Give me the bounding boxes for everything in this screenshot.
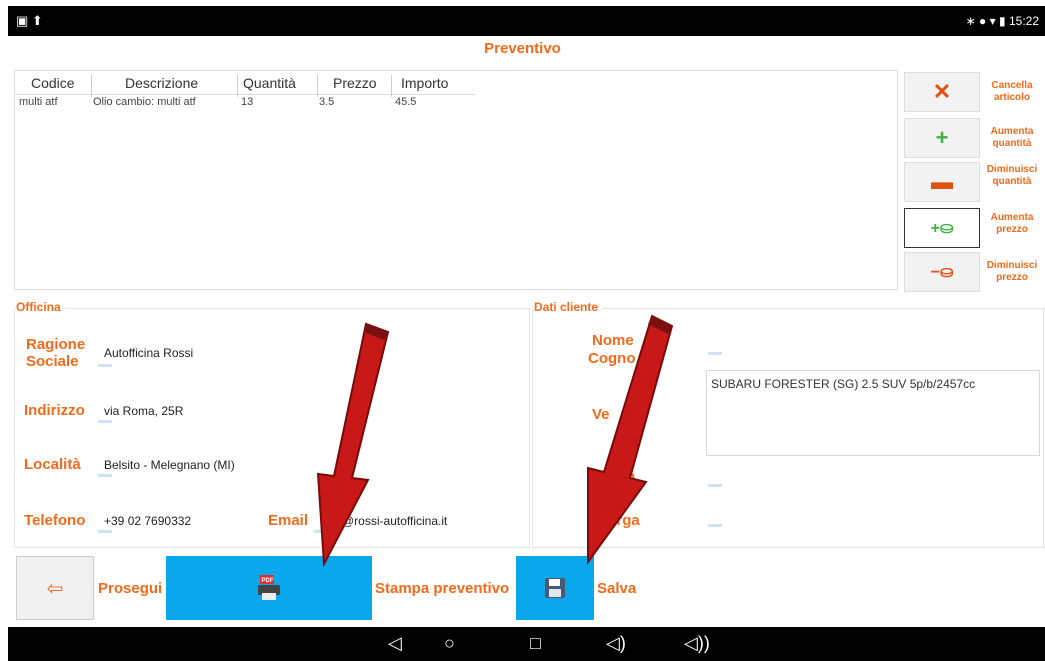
header-descrizione: Descrizione: [125, 75, 199, 91]
volume-down-icon[interactable]: ◁): [606, 633, 626, 654]
cell-prezzo: 3.5: [319, 96, 335, 108]
increase-price-label: Aumenta prezzo: [990, 212, 1034, 235]
back-button[interactable]: ⇦: [16, 556, 94, 620]
extra-field[interactable]: [708, 484, 722, 487]
recents-nav-icon[interactable]: □: [530, 633, 541, 654]
home-nav-icon[interactable]: ○: [444, 633, 455, 654]
col-divider: [237, 75, 238, 97]
table-row[interactable]: multi atf Olio cambio: multi atf 13 3.5 …: [15, 95, 475, 111]
back-arrow-icon: ⇦: [46, 577, 64, 600]
cell-importo: 45.5: [395, 96, 417, 108]
header-codice: Codice: [31, 75, 75, 91]
telefono-field[interactable]: +39 02 7690332: [104, 514, 191, 528]
cancel-item-label: Cancella articolo: [991, 80, 1033, 103]
battery-icon: ▮: [999, 14, 1006, 28]
officina-title: Officina: [16, 300, 65, 314]
ragione-sociale-field[interactable]: Autofficina Rossi: [104, 346, 193, 360]
veicolo-field[interactable]: SUBARU FORESTER (SG) 2.5 SUV 5p/b/2457cc: [706, 370, 1040, 456]
localita-field[interactable]: Belsito - Melegnano (MI): [104, 458, 235, 472]
increase-price-button[interactable]: +⛀: [904, 208, 980, 248]
price-down-icon: −⛀: [930, 264, 954, 281]
col-divider: [91, 75, 92, 97]
field-underline: [98, 420, 112, 423]
status-icons: ▣ ⬆: [16, 13, 43, 28]
cancel-item-button[interactable]: ✕: [904, 72, 980, 112]
pdf-printer-icon: PDF: [258, 575, 280, 600]
floppy-disk-icon: [545, 578, 565, 598]
items-table[interactable]: Codice Descrizione Quantità Prezzo Impor…: [14, 70, 898, 290]
decrease-qty-label: Diminuisci quantità: [986, 164, 1038, 187]
decrease-price-label: Diminuisci prezzo: [986, 260, 1038, 283]
status-bar: ▣ ⬆ ∗ ● ▾ ▮ 15:22: [8, 6, 1045, 36]
back-nav-icon[interactable]: ◁: [388, 633, 402, 654]
field-underline: [98, 530, 112, 533]
salva-label[interactable]: Salva: [597, 580, 636, 597]
targa-field[interactable]: [708, 524, 722, 527]
plus-icon: +: [935, 125, 949, 150]
cell-descrizione: Olio cambio: multi atf: [93, 96, 196, 108]
increase-qty-button[interactable]: +: [904, 118, 980, 158]
increase-qty-label: Aumenta quantità: [990, 126, 1034, 149]
table-header: Codice Descrizione Quantità Prezzo Impor…: [15, 73, 475, 97]
status-right: ∗ ● ▾ ▮ 15:22: [966, 14, 1039, 28]
col-divider: [317, 75, 318, 97]
col-divider: [391, 75, 392, 97]
ragione-sociale-label: Ragione Sociale: [26, 336, 86, 370]
header-quantita: Quantità: [243, 75, 296, 91]
app-frame: ▣ ⬆ ∗ ● ▾ ▮ 15:22 Preventivo Codice Desc…: [0, 0, 1045, 661]
svg-text:PDF: PDF: [262, 578, 274, 584]
indirizzo-field[interactable]: via Roma, 25R: [104, 404, 183, 418]
wifi-icon: ▾: [989, 14, 996, 28]
status-time: 15:22: [1008, 14, 1039, 28]
telefono-label: Telefono: [24, 512, 86, 529]
nome-field[interactable]: [708, 352, 722, 355]
price-up-icon: +⛀: [930, 220, 954, 237]
header-importo: Importo: [401, 75, 449, 91]
header-prezzo: Prezzo: [333, 75, 377, 91]
android-nav-bar: ◁ ○ □ ◁) ◁)): [8, 627, 1045, 661]
decrease-qty-button[interactable]: ▬: [904, 162, 980, 202]
localita-label: Località: [24, 456, 81, 473]
minus-icon: ▬: [931, 169, 953, 194]
prosegui-label[interactable]: Prosegui: [98, 580, 162, 597]
page-title: Preventivo: [484, 40, 561, 57]
close-icon: ✕: [932, 79, 952, 104]
field-underline: [98, 474, 112, 477]
stampa-preventivo-label[interactable]: Stampa preventivo: [375, 580, 509, 597]
decrease-price-button[interactable]: −⛀: [904, 252, 980, 292]
cell-codice: multi atf: [19, 96, 58, 108]
field-underline: [98, 364, 112, 367]
annotation-arrow-print: [316, 322, 390, 568]
dnd-icon: ●: [979, 14, 987, 28]
bluetooth-icon: ∗: [965, 14, 976, 28]
indirizzo-label: Indirizzo: [24, 402, 85, 419]
volume-up-icon[interactable]: ◁)): [684, 633, 710, 654]
cell-quantita: 13: [241, 96, 254, 108]
annotation-arrow-save: [587, 314, 674, 566]
